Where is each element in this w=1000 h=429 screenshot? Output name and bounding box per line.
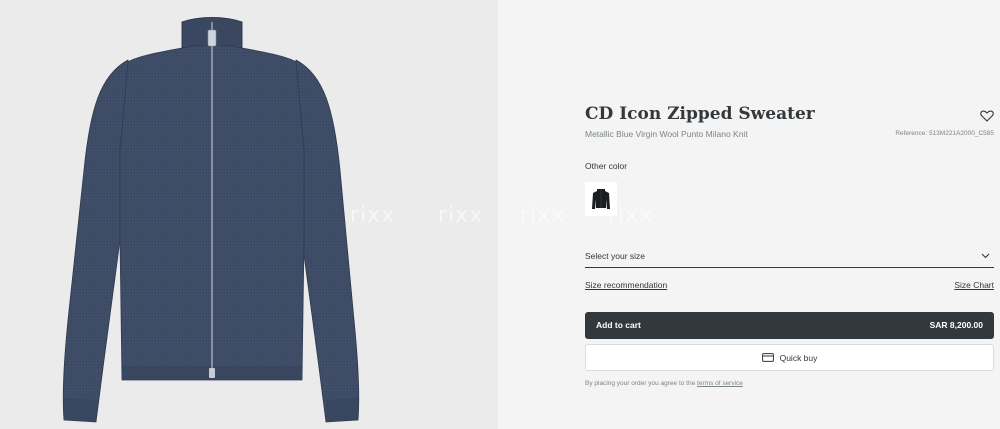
heart-icon: [980, 110, 994, 122]
quick-buy-button[interactable]: Quick buy: [585, 344, 994, 371]
color-swatch[interactable]: [585, 182, 617, 216]
add-to-cart-button[interactable]: Add to cart SAR 8,200.00: [585, 312, 994, 339]
size-chart-link[interactable]: Size Chart: [954, 280, 994, 290]
product-subtitle: Metallic Blue Virgin Wool Punto Milano K…: [585, 129, 748, 139]
chevron-down-icon: [981, 253, 990, 259]
size-select-label: Select your size: [585, 251, 645, 261]
terms-of-service-link[interactable]: terms of service: [697, 380, 743, 387]
card-icon: [761, 353, 774, 362]
size-select[interactable]: Select your size: [585, 248, 994, 268]
product-details-panel: rixx rixx CD Icon Zipped Sweater Metalli…: [498, 0, 1000, 429]
other-color-label: Other color: [585, 161, 628, 171]
product-reference: Reference: 513M221A2000_C585: [895, 130, 994, 137]
price: SAR 8,200.00: [929, 320, 983, 330]
swatch-sweater-thumbnail: [592, 189, 610, 209]
product-title: CD Icon Zipped Sweater: [585, 104, 815, 124]
wishlist-button[interactable]: [980, 109, 994, 122]
product-image-panel: rixx rixx: [0, 0, 498, 429]
product-image: [62, 17, 360, 423]
terms-notice: By placing your order you agree to the t…: [585, 380, 743, 387]
quick-buy-label: Quick buy: [779, 352, 818, 363]
watermark-text: rixx: [520, 203, 566, 228]
add-to-cart-label: Add to cart: [596, 320, 641, 330]
terms-prefix: By placing your order you agree to the: [585, 380, 696, 387]
watermark-text: rixx: [350, 203, 396, 228]
watermark-text: rixx: [438, 203, 484, 228]
size-recommendation-link[interactable]: Size recommendation: [585, 280, 667, 290]
